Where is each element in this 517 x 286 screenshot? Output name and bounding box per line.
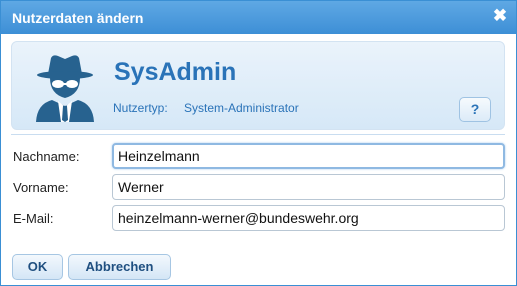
- user-name: SysAdmin: [114, 58, 237, 86]
- usertype-label: Nutzertyp:: [113, 101, 168, 115]
- lastname-label: Nachname:: [13, 149, 80, 164]
- dialog-titlebar: Nutzerdaten ändern ✖: [1, 1, 516, 34]
- help-button[interactable]: ?: [459, 97, 491, 122]
- close-icon[interactable]: ✖: [492, 7, 508, 25]
- lastname-field[interactable]: [112, 143, 505, 169]
- cancel-button[interactable]: Abbrechen: [68, 254, 171, 280]
- divider: [11, 134, 505, 135]
- ok-button[interactable]: OK: [12, 254, 63, 280]
- firstname-field[interactable]: [112, 174, 505, 200]
- user-header-panel: SysAdmin Nutzertyp: System-Administrator…: [11, 41, 505, 130]
- edit-user-dialog: Nutzerdaten ändern ✖ SysAdmin Nutzertyp:…: [0, 0, 517, 286]
- email-label: E-Mail:: [13, 211, 54, 226]
- email-field[interactable]: [112, 205, 505, 231]
- usertype-value: System-Administrator: [184, 101, 299, 115]
- firstname-label: Vorname:: [13, 180, 69, 195]
- agent-avatar-icon: [36, 55, 94, 122]
- dialog-title: Nutzerdaten ändern: [12, 10, 144, 26]
